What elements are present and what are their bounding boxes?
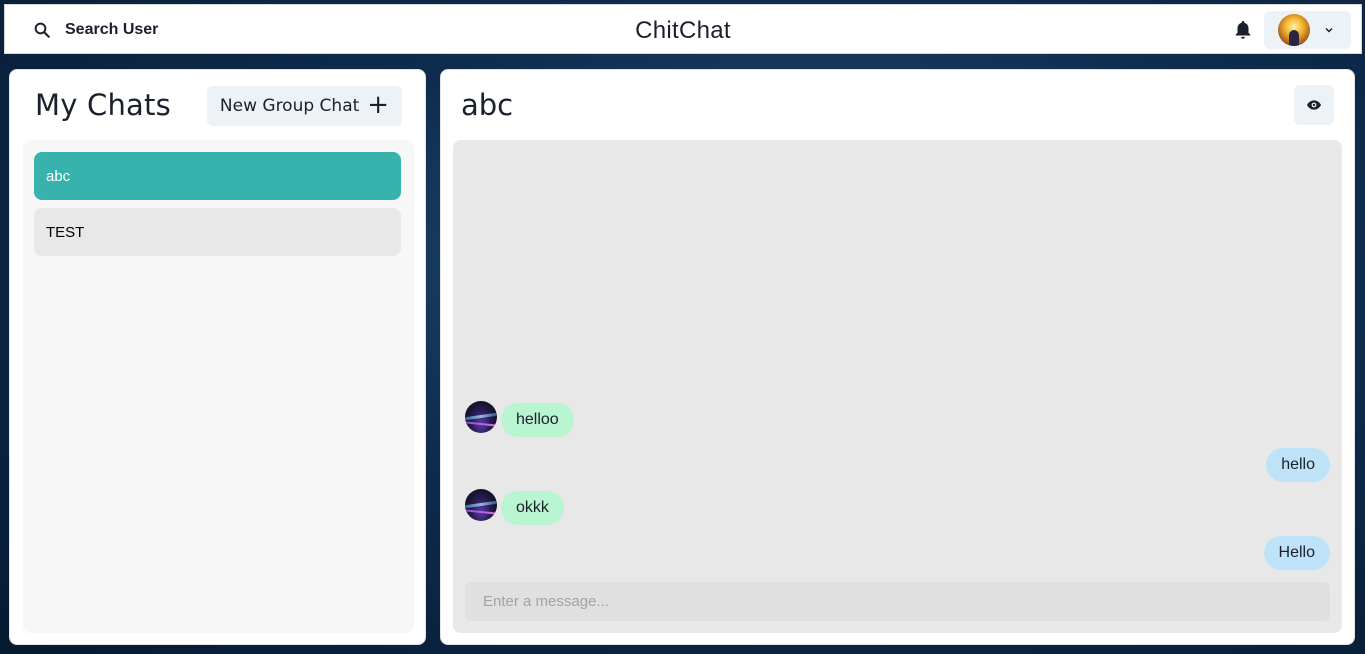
profile-menu-button[interactable] [1264, 11, 1351, 49]
plus-icon: + [367, 89, 390, 120]
chat-list: abc TEST [23, 140, 414, 633]
top-bar: Search User ChitChat [4, 4, 1362, 54]
message-bubble-outgoing: Hello [1263, 536, 1330, 570]
chat-list-item[interactable]: TEST [34, 208, 401, 256]
chat-list-item[interactable]: abc [34, 152, 401, 200]
my-chats-title: My Chats [35, 88, 171, 122]
message-row: okkk [453, 489, 1342, 526]
eye-icon [1307, 100, 1321, 110]
chat-name: TEST [46, 223, 85, 241]
bell-icon[interactable] [1232, 19, 1254, 41]
chat-title: abc [461, 88, 514, 122]
message-bubble-incoming: helloo [501, 403, 574, 437]
message-row: hello [453, 447, 1342, 483]
message-row: helloo [453, 401, 1342, 438]
sender-avatar[interactable] [465, 489, 497, 521]
message-row: Hello [453, 535, 1342, 571]
chevron-down-icon [1325, 27, 1333, 33]
message-input[interactable] [465, 582, 1330, 621]
avatar [1278, 14, 1310, 46]
my-chats-panel: My Chats New Group Chat + abc TEST [9, 69, 426, 645]
message-bubble-outgoing: hello [1266, 448, 1330, 482]
chat-panel: abc helloo hello okkk Hello [440, 69, 1355, 645]
view-profile-button[interactable] [1294, 85, 1334, 125]
sender-avatar[interactable] [465, 401, 497, 433]
message-bubble-incoming: okkk [501, 491, 564, 525]
messages-area: helloo hello okkk Hello [453, 140, 1342, 633]
new-group-chat-label: New Group Chat [219, 96, 360, 116]
chat-name: abc [46, 167, 71, 185]
new-group-chat-button[interactable]: New Group Chat + [207, 86, 402, 126]
app-title: ChitChat [635, 17, 731, 44]
